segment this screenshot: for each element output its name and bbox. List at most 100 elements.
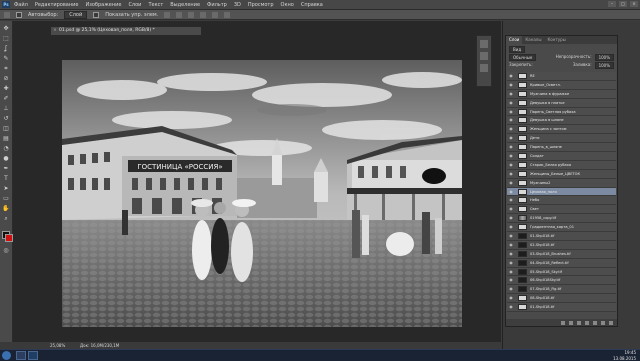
move-tool-icon[interactable] [4,12,10,18]
layer-row[interactable]: ◉04-Shp018_Reflect.tif [507,259,616,268]
visibility-eye-icon[interactable]: ◉ [508,73,514,79]
visibility-eye-icon[interactable]: ◉ [508,189,514,195]
layer-row[interactable]: ◉08-Shp018.tif [507,294,616,303]
layer-row[interactable]: ◉Старик_Белая рубаха [507,161,616,170]
layer-row[interactable]: ◉Женщины_Белые_ЦВЕТОК [507,170,616,179]
visibility-eye-icon[interactable]: ◉ [508,117,514,123]
visibility-eye-icon[interactable]: ◉ [508,82,514,88]
document-tab[interactable]: × 01.psd @ 25,1% (Цеховая_поля, RGB/8) * [51,27,201,35]
new-group-icon[interactable] [593,321,597,325]
photoshop-logo-icon[interactable]: Ps [2,1,10,8]
autoselect-checkbox[interactable] [16,12,22,18]
opacity-field[interactable]: 100% [595,54,614,61]
visibility-eye-icon[interactable]: ◉ [508,197,514,203]
layer-row[interactable]: ◉Градиентная_карта_01 [507,223,616,232]
visibility-eye-icon[interactable]: ◉ [508,135,514,141]
menu-item[interactable]: Редактирование [35,2,79,8]
visibility-eye-icon[interactable]: ◉ [508,171,514,177]
align-bottom-icon[interactable] [188,12,194,18]
layer-row[interactable]: ◉07-Shp018_Fig.tif [507,285,616,294]
menu-item[interactable]: Файл [14,2,28,8]
visibility-eye-icon[interactable]: ◉ [508,180,514,186]
visibility-eye-icon[interactable]: ◉ [508,251,514,257]
type-tool-icon[interactable]: T [2,175,10,182]
layer-row[interactable]: ◉Кривые_Осветл. [507,81,616,90]
tab-layers[interactable]: Слои [506,36,522,44]
layer-row[interactable]: ◉Небо [507,196,616,205]
menu-item[interactable]: Выделение [170,2,200,8]
properties-panel-icon[interactable] [480,52,488,60]
visibility-eye-icon[interactable]: ◉ [508,224,514,230]
crop-tool-icon[interactable]: ⌗ [2,65,10,72]
dodge-tool-icon[interactable]: ● [2,155,10,162]
visibility-eye-icon[interactable]: ◉ [508,242,514,248]
history-brush-icon[interactable]: ↺ [2,115,10,122]
visibility-eye-icon[interactable]: ◉ [508,109,514,115]
layer-row[interactable]: ◉06-Shp018Sky.tif [507,276,616,285]
minimize-icon[interactable]: – [608,1,616,7]
brush-tool-icon[interactable]: ✐ [2,95,10,102]
align-middle-icon[interactable] [176,12,182,18]
add-style-icon[interactable] [569,321,573,325]
lasso-tool-icon[interactable]: ʆ [2,45,10,52]
pen-tool-icon[interactable]: ✒ [2,165,10,172]
taskbar-app-photoshop[interactable] [28,351,38,360]
layer-row[interactable]: ◉RE [507,72,616,81]
visibility-eye-icon[interactable]: ◉ [508,206,514,212]
clone-stamp-icon[interactable]: ⊥ [2,105,10,112]
background-color-swatch[interactable] [5,234,13,242]
visibility-eye-icon[interactable]: ◉ [508,304,514,310]
layer-row[interactable]: ◉Дети [507,134,616,143]
taskbar-app-explorer[interactable] [16,351,26,360]
adjustments-panel-icon[interactable] [480,64,488,72]
shape-tool-icon[interactable]: ▭ [2,195,10,202]
layer-row[interactable]: ◉Девушка в шляпе [507,116,616,125]
blur-tool-icon[interactable]: ◔ [2,145,10,152]
align-left-icon[interactable] [200,12,206,18]
tab-channels[interactable]: Каналы [522,36,544,44]
system-clock[interactable]: 19:45 13.08.2015 [613,350,636,361]
autoselect-dropdown[interactable]: Слой [64,11,87,19]
menu-item[interactable]: Окно [281,2,294,8]
layer-row[interactable]: ◉01-Shp018.tif [507,303,616,312]
quick-mask-icon[interactable]: ◎ [2,247,10,254]
visibility-eye-icon[interactable]: ◉ [508,295,514,301]
kind-filter-dropdown[interactable]: Вид [509,46,525,53]
visibility-eye-icon[interactable]: ◉ [508,126,514,132]
start-button[interactable] [2,351,11,360]
delete-layer-icon[interactable] [609,321,613,325]
tab-paths[interactable]: Контуры [544,36,568,44]
align-center-icon[interactable] [212,12,218,18]
healing-brush-icon[interactable]: ✚ [2,85,10,92]
new-adjustment-icon[interactable] [585,321,589,325]
layer-row[interactable]: ◉Женщина с зонтом [507,125,616,134]
visibility-eye-icon[interactable]: ◉ [508,153,514,159]
layer-row[interactable]: ◉Девушка в платье [507,99,616,108]
layer-row[interactable]: ◉Парень_Светлая рубаха [507,108,616,117]
visibility-eye-icon[interactable]: ◉ [508,277,514,283]
show-controls-checkbox[interactable] [93,12,99,18]
close-tab-icon[interactable]: × [53,27,57,35]
layer-row[interactable]: ◉05-Shp018_Sky.tif [507,268,616,277]
visibility-eye-icon[interactable]: ◉ [508,286,514,292]
hand-tool-icon[interactable]: ✋ [2,205,10,212]
quick-select-tool-icon[interactable]: ✎ [2,55,10,62]
visibility-eye-icon[interactable]: ◉ [508,233,514,239]
layer-row[interactable]: ◉Парень_в_шляпе [507,143,616,152]
layer-row[interactable]: ◉03-Shp018_Brushes.tif [507,250,616,259]
eyedropper-tool-icon[interactable]: ⊘ [2,75,10,82]
visibility-eye-icon[interactable]: ◉ [508,260,514,266]
align-top-icon[interactable] [164,12,170,18]
menu-item[interactable]: 3D [234,2,241,8]
visibility-eye-icon[interactable]: ◉ [508,215,514,221]
visibility-eye-icon[interactable]: ◉ [508,100,514,106]
layer-row[interactable]: ◉Мужчина в фуражке [507,90,616,99]
visibility-eye-icon[interactable]: ◉ [508,144,514,150]
fill-field[interactable]: 100% [595,62,614,69]
eraser-tool-icon[interactable]: ◫ [2,125,10,132]
new-layer-icon[interactable] [601,321,605,325]
path-select-icon[interactable]: ➤ [2,185,10,192]
align-right-icon[interactable] [224,12,230,18]
layer-row[interactable]: ◉01958_copy.tif [507,214,616,223]
layer-row[interactable]: ◉Цеховая_поля [507,188,616,197]
